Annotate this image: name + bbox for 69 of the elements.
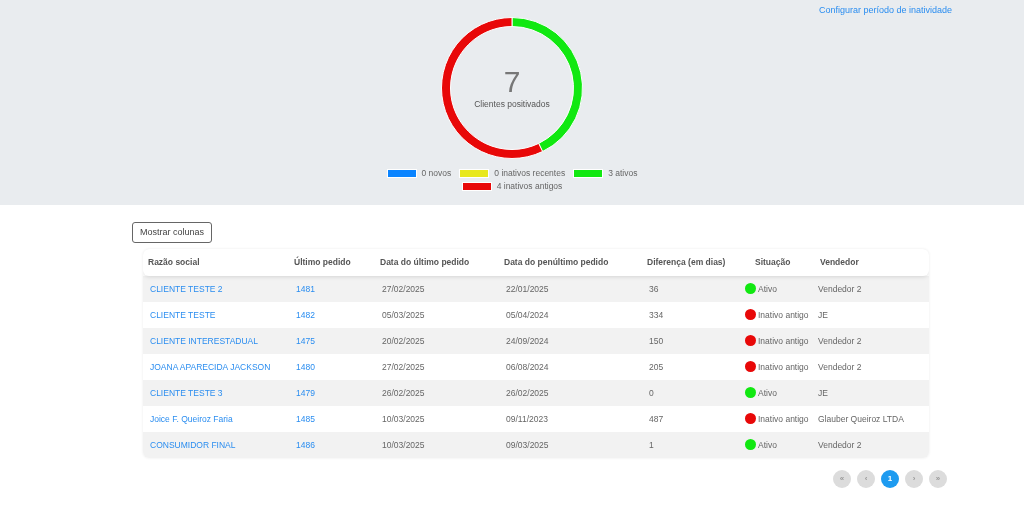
table-cell-text: 205	[648, 361, 665, 372]
table-cell-text: 24/09/2024	[505, 335, 550, 346]
table-link[interactable]: CONSUMIDOR FINAL	[143, 439, 289, 450]
table-cell-text: 26/02/2025	[505, 387, 550, 398]
column-header: Último pedido	[293, 257, 352, 267]
status-label: Ativo	[758, 439, 777, 450]
column-header: Vendedor	[819, 257, 860, 267]
table-link[interactable]: 1481	[289, 283, 375, 294]
table-cell-text: 22/01/2025	[505, 283, 550, 294]
table-cell-text: Vendedor 2	[817, 361, 863, 372]
table-cell-text: 27/02/2025	[381, 361, 426, 372]
table-cell-text: JE	[817, 387, 829, 398]
page-button[interactable]: ›	[905, 469, 923, 488]
table-cell-text: 09/11/2023	[505, 413, 549, 424]
table-cell-text: Vendedor 2	[817, 283, 863, 294]
column-header: Data do último pedido	[379, 257, 471, 267]
table-link[interactable]: CLIENTE TESTE 2	[143, 283, 289, 294]
table-cell-text: 20/02/2025	[381, 335, 426, 346]
table-cell-text: 26/02/2025	[381, 387, 426, 398]
table-cell-text: 05/04/2024	[505, 309, 550, 320]
table-cell-text: JE	[817, 309, 829, 320]
table-cell-text: Vendedor 2	[817, 335, 863, 346]
table-cell-text: Vendedor 2	[817, 439, 863, 450]
legend-label: 4 inativos antigos	[496, 181, 563, 191]
table-cell-text: 10/03/2025	[381, 413, 426, 424]
status-label: Inativo antigo	[758, 309, 809, 320]
table-cell-text: 1	[648, 439, 655, 450]
status-label: Inativo antigo	[758, 335, 809, 346]
config-link[interactable]: Configurar período de inatividade	[818, 5, 952, 15]
legend-label: 0 inativos recentes	[494, 168, 566, 178]
table-cell-text: Glauber Queiroz LTDA	[817, 413, 905, 424]
chart-caption: Clientes positivados	[474, 99, 550, 109]
page-button[interactable]: ‹	[857, 469, 875, 488]
total-count: 7	[503, 67, 521, 97]
table-link[interactable]: JOANA APARECIDA JACKSON	[143, 361, 289, 372]
page-button[interactable]: «	[833, 469, 851, 488]
table-link[interactable]: 1480	[289, 361, 375, 372]
status-label: Ativo	[758, 387, 777, 398]
table-link[interactable]: 1475	[289, 335, 375, 346]
page-button[interactable]: 1	[881, 469, 899, 488]
legend-label: 0 novos	[421, 168, 452, 178]
column-header: Razão social	[147, 257, 201, 267]
table-cell-text: 06/08/2024	[505, 361, 550, 372]
status-label: Inativo antigo	[758, 361, 809, 372]
column-header: Situação	[754, 257, 792, 267]
table-link[interactable]: 1479	[289, 387, 375, 398]
table-cell-text: 09/03/2025	[505, 439, 550, 450]
table-cell-text: 150	[648, 335, 665, 346]
column-header: Data do penúltimo pedido	[503, 257, 610, 267]
legend-label: 3 ativos	[608, 168, 638, 178]
table-link[interactable]: 1486	[289, 439, 375, 450]
status-label: Ativo	[758, 283, 777, 294]
table-cell-text: 334	[648, 309, 665, 320]
column-header: Diferença (em dias)	[646, 257, 727, 267]
table-link[interactable]: CLIENTE TESTE 3	[143, 387, 289, 398]
table-link[interactable]: 1485	[289, 413, 375, 424]
table-cell-text: 27/02/2025	[381, 283, 426, 294]
table-cell-text: 0	[648, 387, 655, 398]
page-button[interactable]: »	[929, 469, 947, 488]
table-cell-text: 05/03/2025	[381, 309, 426, 320]
status-label: Inativo antigo	[758, 413, 809, 424]
table-link[interactable]: CLIENTE INTERESTADUAL	[143, 335, 289, 346]
table-cell-text: 10/03/2025	[381, 439, 426, 450]
table-cell-text: 487	[648, 413, 665, 424]
table-link[interactable]: 1482	[289, 309, 375, 320]
show-columns-button[interactable]: Mostrar colunas	[132, 221, 213, 243]
table-link[interactable]: CLIENTE TESTE	[143, 309, 289, 320]
table-cell-text: 36	[648, 283, 660, 294]
table-link[interactable]: Joice F. Queiroz Faria	[143, 413, 289, 424]
